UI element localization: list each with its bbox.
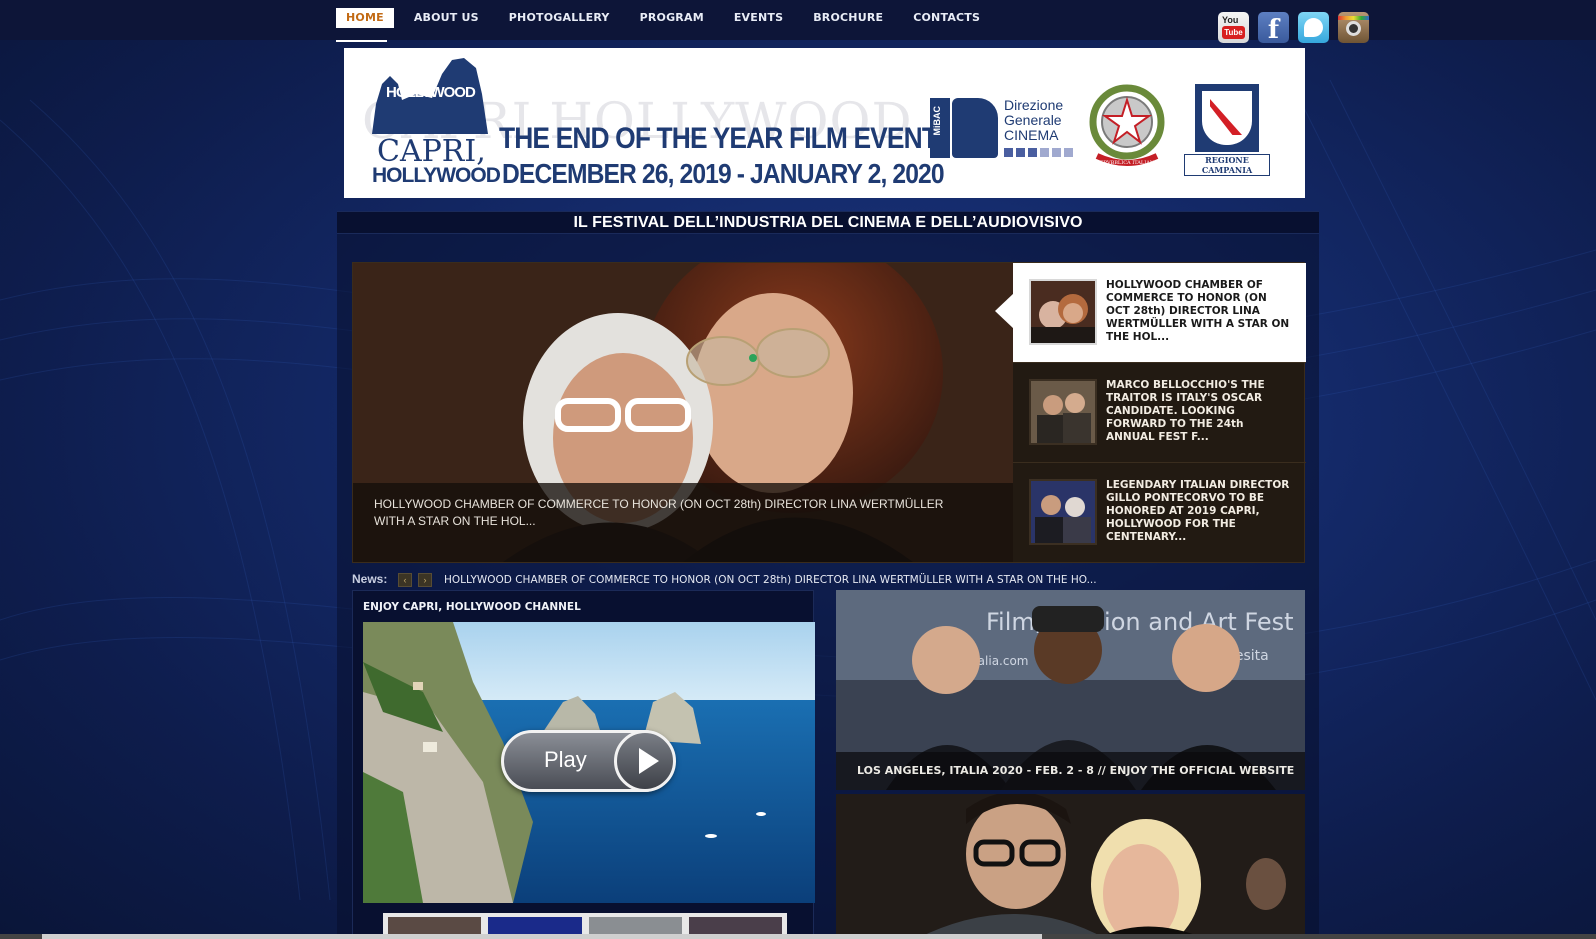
logo-hollywood-small: HOLLYWOOD (386, 84, 476, 101)
mibac-logo: MiBAC Direzione Generale CINEMA (930, 98, 1100, 160)
news-ticker: News: ‹ › HOLLYWOOD CHAMBER OF COMMERCE … (352, 572, 1305, 588)
social-links: You Tube f (1218, 12, 1369, 43)
youtube-icon[interactable]: You Tube (1218, 12, 1249, 43)
facebook-icon[interactable]: f (1258, 12, 1289, 43)
thumb-image (1029, 379, 1097, 445)
channel-title: ENJOY CAPRI, HOLLYWOOD CHANNEL (363, 601, 581, 613)
featured-slider: HOLLYWOOD CHAMBER OF COMMERCE TO HONOR (… (352, 262, 1306, 563)
promo-photo-2 (836, 794, 1305, 939)
news-prev-button[interactable]: ‹ (398, 573, 412, 587)
festival-title: IL FESTIVAL DELL’INDUSTRIA DEL CINEMA E … (337, 211, 1319, 234)
regione-campania-logo: REGIONE CAMPANIA (1184, 84, 1270, 176)
twitter-icon[interactable] (1298, 12, 1329, 43)
video-player[interactable]: Play (363, 622, 815, 903)
news-next-button[interactable]: › (418, 573, 432, 587)
banner-dates: DECEMBER 26, 2019 - JANUARY 2, 2020 (502, 158, 945, 189)
los-angeles-italia-promo[interactable]: Film, Fashion and Art Fest esitalia.com … (836, 590, 1305, 790)
thumb-image (1029, 279, 1097, 345)
logo-hollywood: HOLLYWOOD (372, 164, 501, 187)
nav-photogallery[interactable]: PHOTOGALLERY (499, 8, 620, 28)
play-icon (614, 730, 676, 792)
event-photo-promo[interactable] (836, 794, 1305, 939)
video-channel-box: ENJOY CAPRI, HOLLYWOOD CHANNEL Play (352, 590, 815, 939)
slider-thumb-list: HOLLYWOOD CHAMBER OF COMMERCE TO HONOR (… (1013, 263, 1306, 562)
active-slide-pointer (995, 293, 1014, 329)
slider-thumb-2[interactable]: MARCO BELLOCCHIO'S THE TRAITOR IS ITALY'… (1013, 363, 1306, 463)
nav-program[interactable]: PROGRAM (630, 8, 714, 28)
news-headline-link[interactable]: HOLLYWOOD CHAMBER OF COMMERCE TO HONOR (… (444, 574, 1097, 586)
svg-text:REPVBBLICA ITALIANA: REPVBBLICA ITALIANA (1096, 160, 1158, 166)
thumb-image (1029, 479, 1097, 545)
nav-about-us[interactable]: ABOUT US (404, 8, 489, 28)
news-label: News: (352, 572, 388, 586)
nav-brochure[interactable]: BROCHURE (803, 8, 893, 28)
nav-events[interactable]: EVENTS (724, 8, 793, 28)
nav-contacts[interactable]: CONTACTS (903, 8, 990, 28)
main-nav: HOME ABOUT US PHOTOGALLERY PROGRAM EVENT… (336, 8, 1000, 34)
horizontal-scrollbar[interactable] (0, 934, 1596, 939)
banner-headline: THE END OF THE YEAR FILM EVENT (499, 122, 938, 155)
instagram-icon[interactable] (1338, 12, 1369, 43)
nav-home[interactable]: HOME (336, 8, 394, 28)
slider-thumb-3[interactable]: LEGENDARY ITALIAN DIRECTOR GILLO PONTECO… (1013, 463, 1306, 563)
italian-republic-emblem-icon: REPVBBLICA ITALIANA (1089, 84, 1165, 166)
slide-image[interactable]: HOLLYWOOD CHAMBER OF COMMERCE TO HONOR (… (353, 263, 1013, 562)
play-button[interactable]: Play (501, 730, 676, 792)
scrollbar-thumb[interactable] (42, 934, 1042, 939)
slider-thumb-1[interactable]: HOLLYWOOD CHAMBER OF COMMERCE TO HONOR (… (1013, 263, 1306, 363)
promo-caption: LOS ANGELES, ITALIA 2020 - FEB. 2 - 8 //… (836, 752, 1305, 790)
slide-caption: HOLLYWOOD CHAMBER OF COMMERCE TO HONOR (… (353, 483, 1013, 562)
nav-active-underline (336, 40, 387, 42)
header-banner[interactable]: CAPRI HOLLYWOOD HOLLYWOOD CAPRI, HOLLYWO… (344, 48, 1305, 198)
